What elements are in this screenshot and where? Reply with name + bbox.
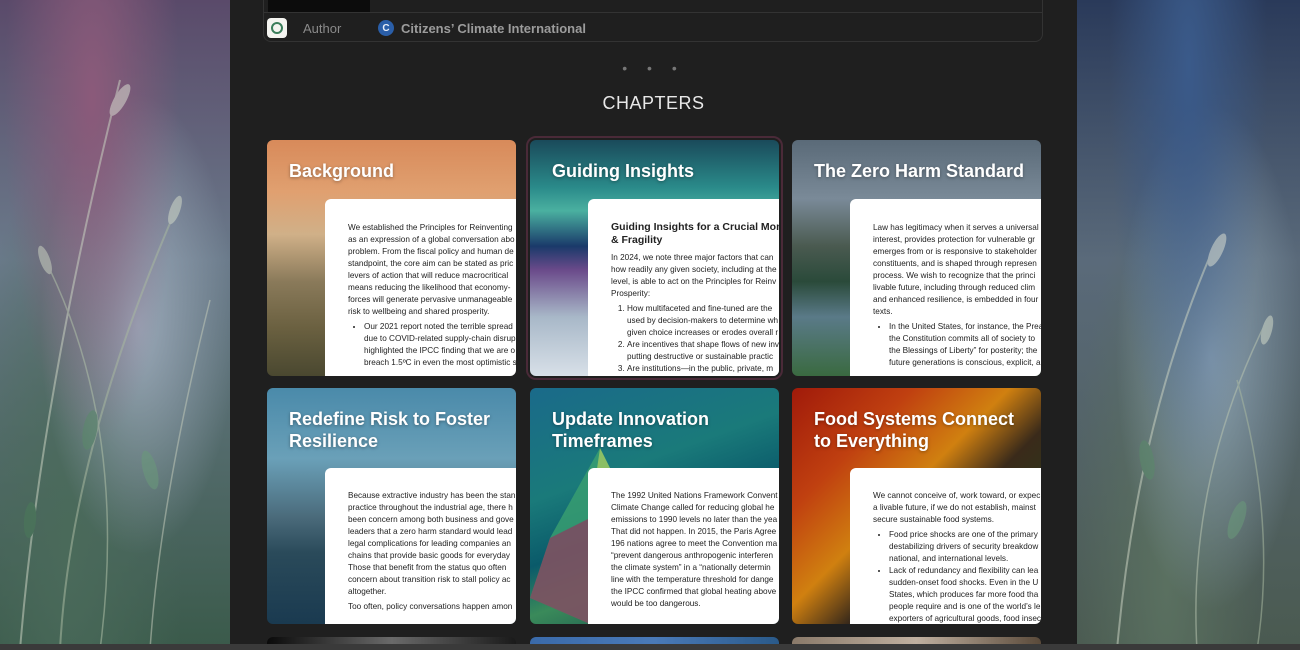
doc-line: standpoint, the core aim can be stated a… bbox=[348, 259, 514, 268]
doc-line: Too often, policy conversations happen a… bbox=[348, 602, 513, 611]
doc-line: “prevent dangerous anthropogenic interfe… bbox=[611, 551, 774, 560]
chapter-card-food-systems[interactable]: Food Systems Connect to Everything We ca… bbox=[792, 388, 1041, 624]
doc-line: The 1992 United Nations Framework Conven… bbox=[611, 491, 778, 500]
doc-line: means reducing the likelihood that econo… bbox=[348, 283, 511, 292]
doc-line: process. We wish to recognize that the p… bbox=[873, 271, 1036, 280]
chapter-title: Guiding Insights bbox=[552, 161, 694, 181]
doc-line: 196 nations agree to meet the Convention… bbox=[611, 539, 778, 548]
doc-bullet: Lack of redundancy and flexibility can l… bbox=[889, 565, 1041, 624]
doc-heading: Guiding Insights for a Crucial Mom Risk … bbox=[611, 221, 779, 246]
chapter-preview-document: We established the Principles for Reinve… bbox=[325, 199, 516, 376]
doc-line: risk to wellbeing and shared prosperity. bbox=[348, 307, 490, 316]
doc-line: Because extractive industry has been the… bbox=[348, 491, 516, 500]
doc-line: emerges from or is responsive to stakeho… bbox=[873, 247, 1037, 256]
doc-line: line with the temperature threshold for … bbox=[611, 575, 774, 584]
doc-line: legal complications for leading companie… bbox=[348, 539, 511, 548]
divider bbox=[264, 12, 1042, 13]
org-logo-icon: C bbox=[378, 20, 394, 36]
doc-line: constituents, and is shaped through repr… bbox=[873, 259, 1037, 268]
doc-line: leaders that a zero harm standard would … bbox=[348, 527, 513, 536]
doc-bullet: Food price shocks are one of the primary… bbox=[889, 529, 1041, 565]
doc-numbered-item: Are incentives that shape flows of new i… bbox=[627, 339, 779, 363]
chapter-preview-document: We cannot conceive of, work toward, or e… bbox=[850, 468, 1041, 624]
doc-line: as an expression of a global conversatio… bbox=[348, 235, 515, 244]
chapter-card-background[interactable]: Background We established the Principles… bbox=[267, 140, 516, 376]
chapter-title: The Zero Harm Standard bbox=[814, 161, 1025, 181]
chapter-card-zero-harm-standard[interactable]: The Zero Harm Standard Law has legitimac… bbox=[792, 140, 1041, 376]
doc-numbered-item: How multifaceted and fine-tuned are the … bbox=[627, 303, 779, 339]
chapter-title: Update Innovation Timeframes bbox=[552, 409, 709, 451]
doc-bullet: In the United States, for instance, the … bbox=[889, 321, 1041, 369]
doc-line: the IPCC confirmed that global heating a… bbox=[611, 587, 777, 596]
doc-line: We cannot conceive of, work toward, or e… bbox=[873, 491, 1041, 500]
doc-line: been concern among both business and gov… bbox=[348, 515, 514, 524]
doc-line: emissions to 1990 levels no later than t… bbox=[611, 515, 778, 524]
doc-line: practice throughout the industrial age, … bbox=[348, 503, 513, 512]
author-logo-icon bbox=[267, 18, 287, 38]
section-separator: • • • bbox=[622, 60, 685, 76]
doc-line: altogether. bbox=[348, 587, 387, 596]
doc-line: In 2024, we note three major factors tha… bbox=[611, 253, 774, 262]
chapter-preview-document: The 1992 United Nations Framework Conven… bbox=[588, 468, 779, 624]
doc-line: how readily any given society, including… bbox=[611, 265, 777, 274]
doc-line: texts. bbox=[873, 307, 893, 316]
chapter-card-redefine-risk[interactable]: Redefine Risk to Foster Resilience Becau… bbox=[267, 388, 516, 624]
chapter-title: Background bbox=[289, 161, 395, 181]
doc-line: levers of action that will reduce macroc… bbox=[348, 271, 509, 280]
grass-decoration bbox=[19, 79, 211, 650]
author-label: Author bbox=[303, 21, 342, 36]
chapter-card-guiding-insights[interactable]: Guiding Insights Guiding Insights for a … bbox=[526, 136, 783, 380]
doc-line: livable future, including through reduce… bbox=[873, 283, 1036, 292]
background-image-right bbox=[1077, 0, 1300, 650]
doc-line: concern about transition risk to stall p… bbox=[348, 575, 511, 584]
doc-line: Law has legitimacy when it serves a univ… bbox=[873, 223, 1039, 232]
thumbnail-strip bbox=[268, 0, 370, 12]
chapter-title: Redefine Risk to Foster Resilience bbox=[289, 409, 491, 451]
chapter-title: Food Systems Connect to Everything bbox=[814, 409, 1015, 451]
doc-line: We established the Principles for Reinve… bbox=[348, 223, 513, 232]
author-card: Author C Citizens’ Climate International bbox=[263, 0, 1043, 42]
doc-line: the climate system” in a “nationally det… bbox=[611, 563, 771, 572]
doc-line: That did not happen. In 2015, the Paris … bbox=[611, 527, 777, 536]
doc-line: a livable future, if we do not establish… bbox=[873, 503, 1036, 512]
chapters-heading: CHAPTERS bbox=[602, 93, 705, 113]
doc-line: forces will generate pervasive unmanagea… bbox=[348, 295, 513, 304]
chapter-preview-document: Guiding Insights for a Crucial Mom Risk … bbox=[588, 199, 779, 376]
main-content-panel: Author C Citizens’ Climate International… bbox=[230, 0, 1077, 650]
doc-numbered-item: Are institutions—in the public, private,… bbox=[627, 363, 779, 375]
doc-line: Climate Change called for reducing globa… bbox=[611, 503, 775, 512]
doc-line: interest, provides protection for vulner… bbox=[873, 235, 1036, 244]
doc-line: Those that benefit from the status quo o… bbox=[348, 563, 507, 572]
doc-line: would be too dangerous. bbox=[611, 599, 701, 608]
doc-line: level, is able to act on the Principles … bbox=[611, 277, 777, 286]
doc-bullet: Our 2021 report noted the terrible sprea… bbox=[364, 321, 516, 369]
doc-line: problem. From the fiscal policy and huma… bbox=[348, 247, 514, 256]
background-image-left bbox=[0, 0, 230, 650]
doc-line: and enhanced resilience, is embedded in … bbox=[873, 295, 1039, 304]
horizontal-scrollbar[interactable] bbox=[0, 644, 1300, 650]
doc-line: secure sustainable food systems. bbox=[873, 515, 995, 524]
chapter-preview-document: Law has legitimacy when it serves a univ… bbox=[850, 199, 1041, 376]
doc-line: chains that provide basic goods for ever… bbox=[348, 551, 511, 560]
chapter-preview-document: Because extractive industry has been the… bbox=[325, 468, 516, 624]
grass-decoration bbox=[1116, 233, 1274, 650]
doc-line: Prosperity: bbox=[611, 289, 651, 298]
author-name-link[interactable]: Citizens’ Climate International bbox=[401, 21, 586, 36]
chapter-card-update-innovation[interactable]: Update Innovation Timeframes The 1992 Un… bbox=[530, 388, 779, 624]
